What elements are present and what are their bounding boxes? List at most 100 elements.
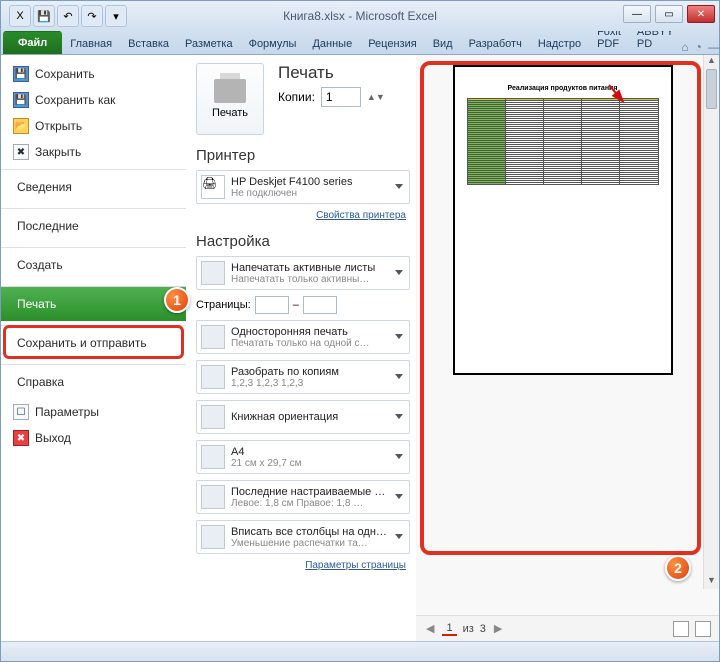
printer-name: HP Deskjet F4100 series	[231, 176, 387, 188]
printer-status: Не подключен	[231, 188, 387, 199]
duplex-icon	[201, 325, 225, 349]
tab-review[interactable]: Рецензия	[360, 33, 425, 54]
close-doc-icon: ✖	[13, 144, 29, 160]
ribbon-help-icon[interactable]: ◔	[695, 40, 702, 54]
tab-addins[interactable]: Надстро	[530, 33, 589, 54]
duplex-select[interactable]: Односторонняя печать Печатать только на …	[196, 320, 410, 354]
minimize-button[interactable]: —	[623, 5, 651, 23]
tab-developer[interactable]: Разработч	[461, 33, 530, 54]
nav-options-label: Параметры	[35, 405, 99, 419]
chevron-down-icon	[395, 414, 403, 419]
pages-to-input[interactable]	[303, 296, 337, 314]
nav-help[interactable]: Справка	[1, 364, 186, 399]
paper-main: A4	[231, 446, 387, 458]
tab-insert[interactable]: Вставка	[120, 33, 177, 54]
nav-print[interactable]: Печать	[1, 286, 186, 321]
sheets-icon	[201, 261, 225, 285]
nav-open[interactable]: 📂Открыть	[1, 113, 186, 139]
duplex-main: Односторонняя печать	[231, 326, 387, 338]
tab-home[interactable]: Главная	[62, 33, 120, 54]
nav-close-label: Закрыть	[35, 145, 81, 159]
tab-data[interactable]: Данные	[304, 33, 360, 54]
setup-heading: Настройка	[196, 233, 410, 250]
page-sep: из	[463, 623, 474, 635]
tab-layout[interactable]: Разметка	[177, 33, 241, 54]
preview-scrollbar[interactable]: ▲ ▼	[703, 55, 719, 589]
page-next-button[interactable]: ▶	[492, 622, 504, 635]
printer-status-icon: 🖨	[201, 175, 225, 199]
nav-exit[interactable]: ✖ Выход	[1, 425, 186, 451]
save-icon: 💾	[13, 66, 29, 82]
tab-file[interactable]: Файл	[3, 31, 62, 54]
save-icon[interactable]: 💾	[33, 5, 55, 27]
nav-recent[interactable]: Последние	[1, 208, 186, 243]
collate-icon	[201, 365, 225, 389]
print-preview-pane: Реализация продуктов питания 2 ▲ ▼	[416, 55, 719, 641]
preview-page-nav: ◀ 1 из 3 ▶	[416, 615, 719, 641]
nav-send[interactable]: Сохранить и отправить	[1, 325, 186, 360]
printer-icon	[214, 79, 246, 103]
pages-sep: –	[293, 299, 299, 311]
printer-select[interactable]: 🖨 HP Deskjet F4100 series Не подключен	[196, 170, 410, 204]
exit-icon: ✖	[13, 430, 29, 446]
ribbon-min-icon[interactable]: —	[708, 40, 720, 54]
tab-formulas[interactable]: Формулы	[241, 33, 305, 54]
margins-select[interactable]: Последние настраиваемые … Левое: 1,8 см …	[196, 480, 410, 514]
print-button[interactable]: Печать	[196, 63, 264, 135]
nav-save-as[interactable]: 💾Сохранить как	[1, 87, 186, 113]
pages-label: Страницы:	[196, 299, 251, 311]
print-button-label: Печать	[212, 107, 248, 119]
nav-new[interactable]: Создать	[1, 247, 186, 282]
margins-main: Последние настраиваемые …	[231, 486, 387, 498]
scale-select[interactable]: Вписать все столбцы на одн… Уменьшение р…	[196, 520, 410, 554]
page-setup-link[interactable]: Параметры страницы	[196, 560, 410, 571]
undo-icon[interactable]: ↶	[57, 5, 79, 27]
qat-more-icon[interactable]: ▾	[105, 5, 127, 27]
margins-sub: Левое: 1,8 см Правое: 1,8 …	[231, 498, 387, 509]
redo-icon[interactable]: ↷	[81, 5, 103, 27]
chevron-down-icon	[395, 334, 403, 339]
print-what-select[interactable]: Напечатать активные листы Напечатать тол…	[196, 256, 410, 290]
nav-save[interactable]: 💾 Сохранить	[1, 61, 186, 87]
print-heading: Печать	[278, 63, 385, 83]
nav-save-label: Сохранить	[35, 67, 95, 81]
preview-table	[467, 98, 659, 185]
copies-spinner-icon[interactable]: ▲▼	[367, 92, 385, 102]
callout-badge-2: 2	[665, 555, 691, 581]
zoom-page-button[interactable]	[695, 621, 711, 637]
scroll-thumb[interactable]	[706, 69, 717, 109]
scale-main: Вписать все столбцы на одн…	[231, 526, 387, 538]
pages-from-input[interactable]	[255, 296, 289, 314]
tab-view[interactable]: Вид	[425, 33, 461, 54]
paper-sub: 21 см x 29,7 см	[231, 458, 387, 469]
page-current[interactable]: 1	[442, 622, 456, 636]
printer-props-link[interactable]: Свойства принтера	[196, 210, 410, 221]
collate-select[interactable]: Разобрать по копиям 1,2,3 1,2,3 1,2,3	[196, 360, 410, 394]
copies-input[interactable]	[321, 87, 361, 107]
open-icon: 📂	[13, 118, 29, 134]
excel-icon[interactable]: X	[9, 5, 31, 27]
preview-doc-title: Реализация продуктов питания	[467, 85, 659, 92]
collate-main: Разобрать по копиям	[231, 366, 387, 378]
scroll-down-icon[interactable]: ▼	[704, 575, 719, 589]
nav-options[interactable]: ☐Параметры	[1, 399, 186, 425]
orientation-select[interactable]: Книжная ориентация	[196, 400, 410, 434]
scale-sub: Уменьшение распечатки та…	[231, 538, 387, 549]
close-button[interactable]: ✕	[687, 5, 715, 23]
scale-icon	[201, 525, 225, 549]
paper-select[interactable]: A4 21 см x 29,7 см	[196, 440, 410, 474]
maximize-button[interactable]: ▭	[655, 5, 683, 23]
print-what-main: Напечатать активные листы	[231, 262, 387, 274]
nav-close[interactable]: ✖ Закрыть	[1, 139, 186, 165]
status-bar	[1, 641, 719, 661]
orientation-icon	[201, 405, 225, 429]
nav-exit-label: Выход	[35, 431, 71, 445]
scroll-up-icon[interactable]: ▲	[704, 55, 719, 69]
collate-sub: 1,2,3 1,2,3 1,2,3	[231, 378, 387, 389]
page-prev-button[interactable]: ◀	[424, 622, 436, 635]
nav-info[interactable]: Сведения	[1, 169, 186, 204]
show-margins-button[interactable]	[673, 621, 689, 637]
paper-icon	[201, 445, 225, 469]
margins-icon	[201, 485, 225, 509]
ribbon-home-icon[interactable]: ⌂	[681, 40, 688, 54]
